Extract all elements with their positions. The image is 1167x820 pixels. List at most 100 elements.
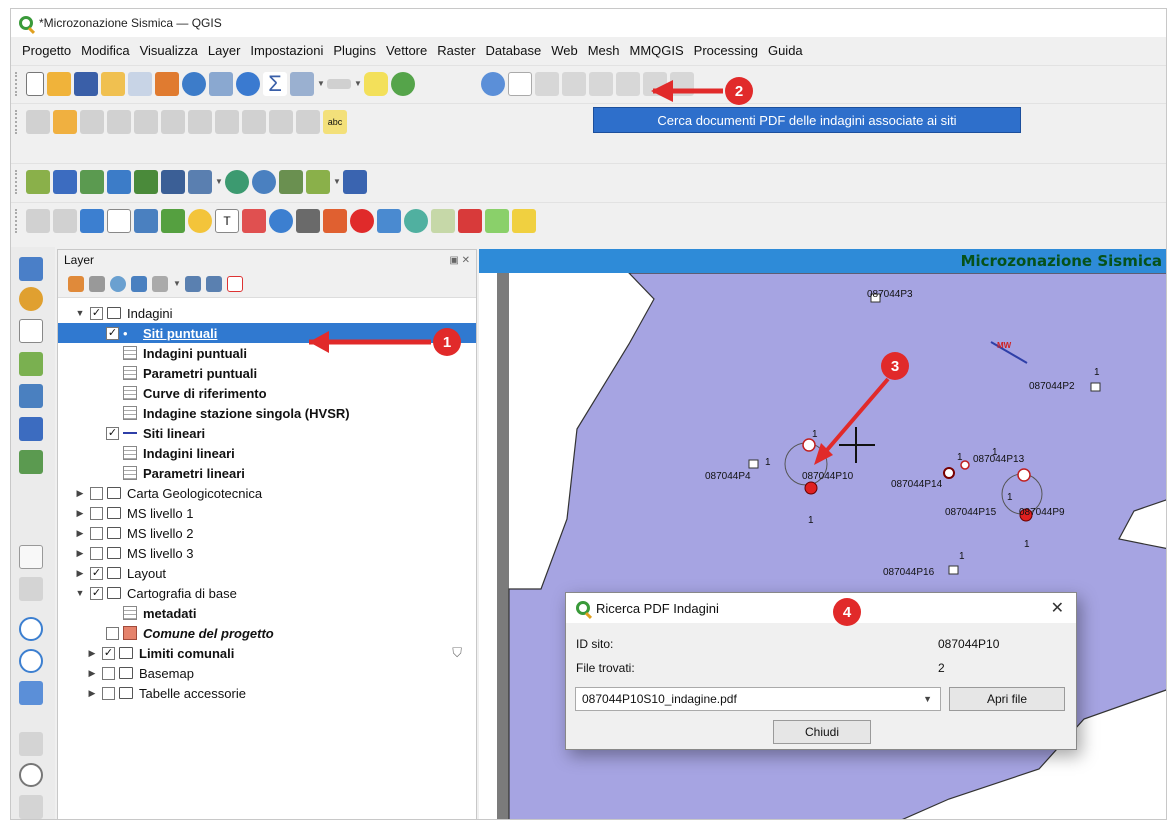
layer-visibility-checkbox[interactable] bbox=[106, 626, 119, 640]
collapse-arrow-icon[interactable]: ▶ bbox=[74, 548, 86, 559]
save-edits-icon[interactable] bbox=[80, 109, 104, 134]
label-tool-icon[interactable] bbox=[80, 208, 104, 233]
new-shapefile-icon[interactable] bbox=[306, 169, 330, 194]
add-wfs-icon[interactable] bbox=[225, 169, 249, 194]
add-gpx-icon[interactable] bbox=[19, 384, 43, 408]
layer-tree-item[interactable]: Indagine stazione singola (HVSR) bbox=[58, 403, 476, 423]
vertex-tool-icon[interactable] bbox=[562, 71, 586, 96]
zoom-in-icon[interactable] bbox=[19, 617, 43, 641]
cross-icon[interactable] bbox=[485, 208, 509, 233]
layer-styling-icon[interactable] bbox=[242, 208, 266, 233]
paste-icon[interactable] bbox=[242, 109, 266, 134]
menu-impostazioni[interactable]: Impostazioni bbox=[245, 43, 328, 58]
close-icon[interactable]: ✕ bbox=[1051, 598, 1064, 618]
vertex-tool-icon[interactable] bbox=[670, 71, 694, 96]
add-line-layer-icon[interactable] bbox=[19, 352, 43, 376]
collapse-arrow-icon[interactable]: ▶ bbox=[74, 508, 86, 519]
measure-icon[interactable] bbox=[327, 78, 351, 89]
menu-progetto[interactable]: Progetto bbox=[17, 43, 76, 58]
save-project-icon[interactable] bbox=[74, 71, 98, 96]
layer-tree-item[interactable]: Parametri lineari bbox=[58, 463, 476, 483]
manage-map-themes-icon[interactable] bbox=[110, 275, 126, 292]
menu-raster[interactable]: Raster bbox=[432, 43, 480, 58]
layer-tree-item[interactable]: ▼ ✓ Indagini bbox=[58, 303, 476, 323]
add-mesh-layer-icon[interactable] bbox=[80, 169, 104, 194]
redo-icon[interactable] bbox=[296, 109, 320, 134]
vertex-tool-icon[interactable] bbox=[535, 71, 559, 96]
snapping-icon[interactable] bbox=[53, 208, 77, 233]
print-layout-icon[interactable] bbox=[128, 71, 152, 96]
layer-visibility-checkbox[interactable] bbox=[90, 506, 103, 520]
layer-visibility-checkbox[interactable] bbox=[90, 486, 103, 500]
new-temporary-layer-icon[interactable] bbox=[343, 169, 367, 194]
layer-tree-item[interactable]: Indagini puntuali bbox=[58, 343, 476, 363]
layer-tree-item[interactable]: Parametri puntuali bbox=[58, 363, 476, 383]
settings-icon[interactable] bbox=[236, 71, 260, 96]
layer-tree-item[interactable]: ✓ • Siti puntuali bbox=[58, 323, 476, 343]
layer-tree-item[interactable]: ▶ ✓ Limiti comunali ⛉ bbox=[58, 643, 476, 663]
add-wcs-icon[interactable] bbox=[252, 169, 276, 194]
cut-icon[interactable] bbox=[188, 109, 212, 134]
vertex-tool-icon[interactable] bbox=[589, 71, 613, 96]
chevron-down-icon[interactable]: ▼ bbox=[354, 79, 362, 88]
expand-arrow-icon[interactable]: ▼ bbox=[74, 308, 86, 318]
toolbar-grip[interactable] bbox=[15, 169, 19, 194]
expand-all-icon[interactable] bbox=[185, 275, 201, 292]
filter-by-expression-icon[interactable] bbox=[152, 275, 168, 292]
collapse-arrow-icon[interactable]: ▶ bbox=[74, 528, 86, 539]
layer-visibility-checkbox[interactable] bbox=[90, 526, 103, 540]
advanced-digitizing-icon[interactable] bbox=[26, 208, 50, 233]
zoom-selection-icon[interactable] bbox=[19, 763, 43, 787]
add-vector-layer-icon[interactable] bbox=[26, 169, 50, 194]
layer-tree-item[interactable]: ▶ Basemap bbox=[58, 663, 476, 683]
select-features-icon[interactable] bbox=[107, 208, 131, 233]
menu-mesh[interactable]: Mesh bbox=[583, 43, 625, 58]
collapse-arrow-icon[interactable]: ▶ bbox=[86, 668, 98, 679]
menu-modifica[interactable]: Modifica bbox=[76, 43, 134, 58]
layer-tree-item[interactable]: metadati bbox=[58, 603, 476, 623]
favorite-star-icon[interactable] bbox=[188, 208, 212, 233]
layer-tree-item[interactable]: ▶ MS livello 1 bbox=[58, 503, 476, 523]
text-annotation-icon[interactable]: T bbox=[215, 208, 239, 233]
pan-to-selection-icon[interactable] bbox=[19, 577, 43, 601]
tracing-icon[interactable] bbox=[377, 208, 401, 233]
pan-hand-icon[interactable] bbox=[19, 545, 43, 569]
topology-icon[interactable] bbox=[323, 208, 347, 233]
gps-icon[interactable] bbox=[481, 71, 505, 96]
add-postgis-icon[interactable] bbox=[161, 169, 185, 194]
collapse-arrow-icon[interactable]: ▶ bbox=[74, 568, 86, 579]
menu-database[interactable]: Database bbox=[481, 43, 547, 58]
menu-layer[interactable]: Layer bbox=[203, 43, 246, 58]
menu-plugins[interactable]: Plugins bbox=[328, 43, 381, 58]
zoom-out-icon[interactable] bbox=[19, 649, 43, 673]
layer-visibility-checkbox[interactable] bbox=[102, 666, 115, 680]
zoom-layer-icon[interactable] bbox=[19, 732, 43, 756]
save-as-icon[interactable] bbox=[101, 71, 125, 96]
pdf-search-plugin-icon[interactable] bbox=[391, 71, 415, 96]
add-feature-icon[interactable] bbox=[107, 109, 131, 134]
menu-guida[interactable]: Guida bbox=[763, 43, 808, 58]
layer-visibility-checkbox[interactable]: ✓ bbox=[106, 326, 119, 340]
layer-visibility-checkbox[interactable] bbox=[90, 546, 103, 560]
collapse-all-icon[interactable] bbox=[206, 275, 222, 292]
vertex-editor-icon[interactable] bbox=[431, 208, 455, 233]
annotation-icon[interactable] bbox=[364, 71, 388, 96]
chevron-down-icon[interactable]: ▼ bbox=[215, 177, 223, 186]
data-source-manager-icon[interactable] bbox=[19, 257, 43, 281]
toolbar-grip[interactable] bbox=[15, 71, 19, 96]
layer-tree-item[interactable]: ✓ Siti lineari bbox=[58, 423, 476, 443]
add-raster-layer-icon[interactable] bbox=[53, 169, 77, 194]
layer-visibility-checkbox[interactable]: ✓ bbox=[90, 586, 103, 600]
add-raster-icon[interactable] bbox=[19, 417, 43, 441]
add-delimited-text-icon[interactable] bbox=[107, 169, 131, 194]
add-wms-icon[interactable] bbox=[188, 169, 212, 194]
layer-tree-item[interactable]: ▶ Carta Geologicotecnica bbox=[58, 483, 476, 503]
style-manager-icon[interactable] bbox=[155, 71, 179, 96]
chevron-down-icon[interactable]: ▼ bbox=[317, 79, 325, 88]
expand-arrow-icon[interactable]: ▼ bbox=[74, 588, 86, 598]
close-button[interactable]: Chiudi bbox=[773, 720, 871, 744]
new-project-icon[interactable] bbox=[26, 71, 44, 96]
toolbar-grip[interactable] bbox=[15, 109, 19, 134]
collapse-arrow-icon[interactable]: ▶ bbox=[86, 648, 98, 659]
statistics-icon[interactable]: Σ bbox=[263, 71, 287, 96]
